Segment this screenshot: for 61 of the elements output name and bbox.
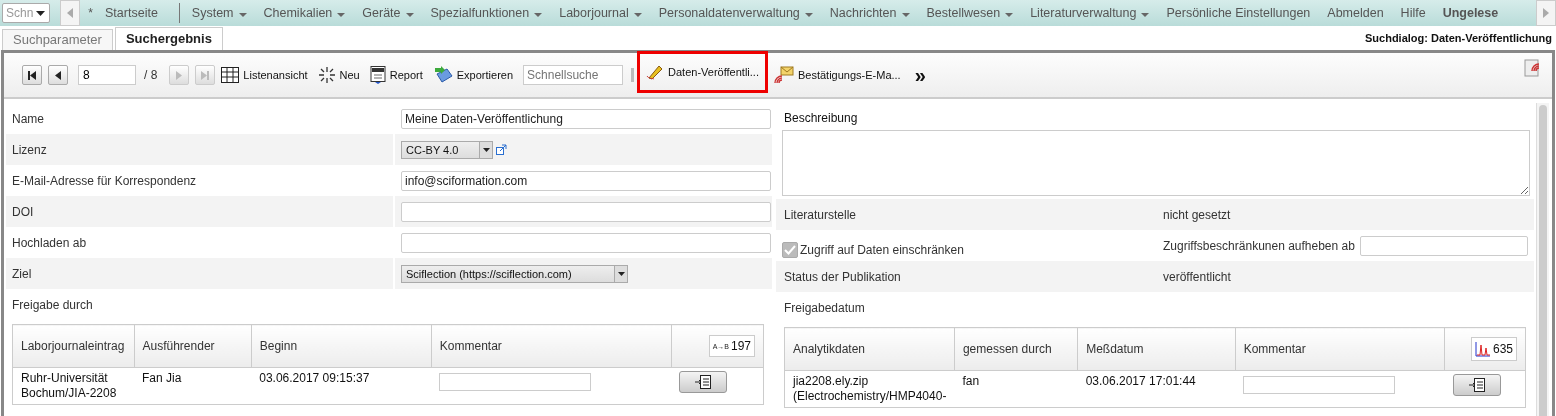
text-field[interactable]: Meine Daten-Veröffentlichung [401, 108, 771, 129]
field-label: Name [11, 111, 45, 126]
menu-item[interactable]: Abmelden [1327, 6, 1384, 20]
menu-item[interactable]: Persönliche Einstellungen [1166, 6, 1311, 20]
field-label: Ziel [11, 266, 33, 281]
field-value: veröffentlicht [1163, 269, 1231, 284]
menu-item[interactable]: Startseite [105, 6, 158, 20]
record-total: / 8 [144, 68, 158, 82]
list-view-button[interactable]: Listenansicht [221, 67, 308, 83]
field-label: Lizenz [11, 142, 48, 157]
record-field[interactable]: 8 [78, 65, 136, 85]
menu-item[interactable]: Chemikalien [263, 6, 346, 20]
table-cell: jia2208.ely.zip (Electrochemistry/HMP4040- [784, 370, 955, 408]
field-label: Zugriffsbeschränkunen aufheben ab [1163, 238, 1355, 253]
menu-item[interactable]: Nachrichten [829, 6, 910, 20]
count-badge[interactable]: 635 [1470, 337, 1517, 361]
field-label: Freigabe durch [11, 297, 94, 312]
column-header[interactable]: Ausführender [134, 324, 252, 368]
column-header[interactable]: Analytikdaten [784, 327, 955, 371]
star-item[interactable]: * [88, 6, 94, 20]
tab[interactable]: Suchparameter [2, 29, 113, 50]
field-label: Beschreibung [784, 111, 859, 125]
column-header[interactable]: Laborjournaleintrag [12, 324, 134, 368]
menu-item[interactable]: Laborjournal [559, 6, 642, 20]
menu-item[interactable]: Spezialfunktionen [430, 6, 543, 20]
table-cell: Fan Jia [134, 367, 252, 405]
new-button[interactable]: Neu [317, 66, 360, 84]
column-header[interactable]: Meßdatum [1077, 327, 1236, 371]
export-button[interactable]: Exportieren [432, 66, 514, 84]
table-cell: 03.06.2017 09:15:37 [251, 367, 432, 405]
select-field[interactable]: Sciflection (https://sciflection.com) [401, 264, 628, 283]
table-cell: 03.06.2017 17:01:44 [1077, 370, 1236, 408]
field-label: Status der Publikation [784, 269, 901, 284]
column-header[interactable]: gemessen durch [954, 327, 1078, 371]
menu-item[interactable]: Literaturverwaltung [1030, 6, 1150, 20]
report-button[interactable]: Report [369, 66, 423, 84]
dialog-title: Suchdialog: Daten-Veröffentlichung [1365, 32, 1552, 44]
menu-item[interactable]: Hilfe [1400, 6, 1426, 20]
field-label: Freigabedatum [784, 300, 865, 315]
checkbox-label: Zugriff auf Daten einschränken [800, 242, 964, 257]
table-cell: fan [954, 370, 1078, 408]
field-value: nicht gesetzt [1163, 207, 1231, 222]
confirmation-mail-button[interactable]: Bestätigungs-E-Ma... [773, 66, 901, 84]
menu-item[interactable]: System [191, 6, 247, 20]
field-label: E-Mail-Adresse für Korrespondenz [11, 173, 198, 188]
field-label: Hochladen ab [11, 235, 88, 250]
menu-item[interactable]: Bestellwesen [926, 6, 1014, 20]
more-button[interactable]: » [914, 65, 926, 85]
column-header[interactable]: Kommentar [431, 324, 672, 368]
column-header[interactable]: Kommentar [1235, 327, 1445, 371]
text-field[interactable]: info@sciformation.com [401, 170, 771, 191]
menu-item[interactable]: Personaldatenverwaltung [658, 6, 813, 20]
field-label: Literaturstelle [784, 207, 857, 222]
select-field[interactable]: CC-BY 4.0 [401, 140, 493, 159]
tab[interactable]: Suchergebnis [114, 27, 223, 50]
table-cell: Ruhr-Universität Bochum/JIA-2208 [12, 367, 134, 405]
field-label: DOI [11, 204, 35, 219]
menu-item[interactable]: Geräte [362, 6, 414, 20]
quick-search-field[interactable]: Schnellsuche [523, 65, 624, 85]
column-header[interactable]: Beginn [251, 324, 432, 368]
menu-item[interactable]: Ungelese [1442, 6, 1499, 20]
